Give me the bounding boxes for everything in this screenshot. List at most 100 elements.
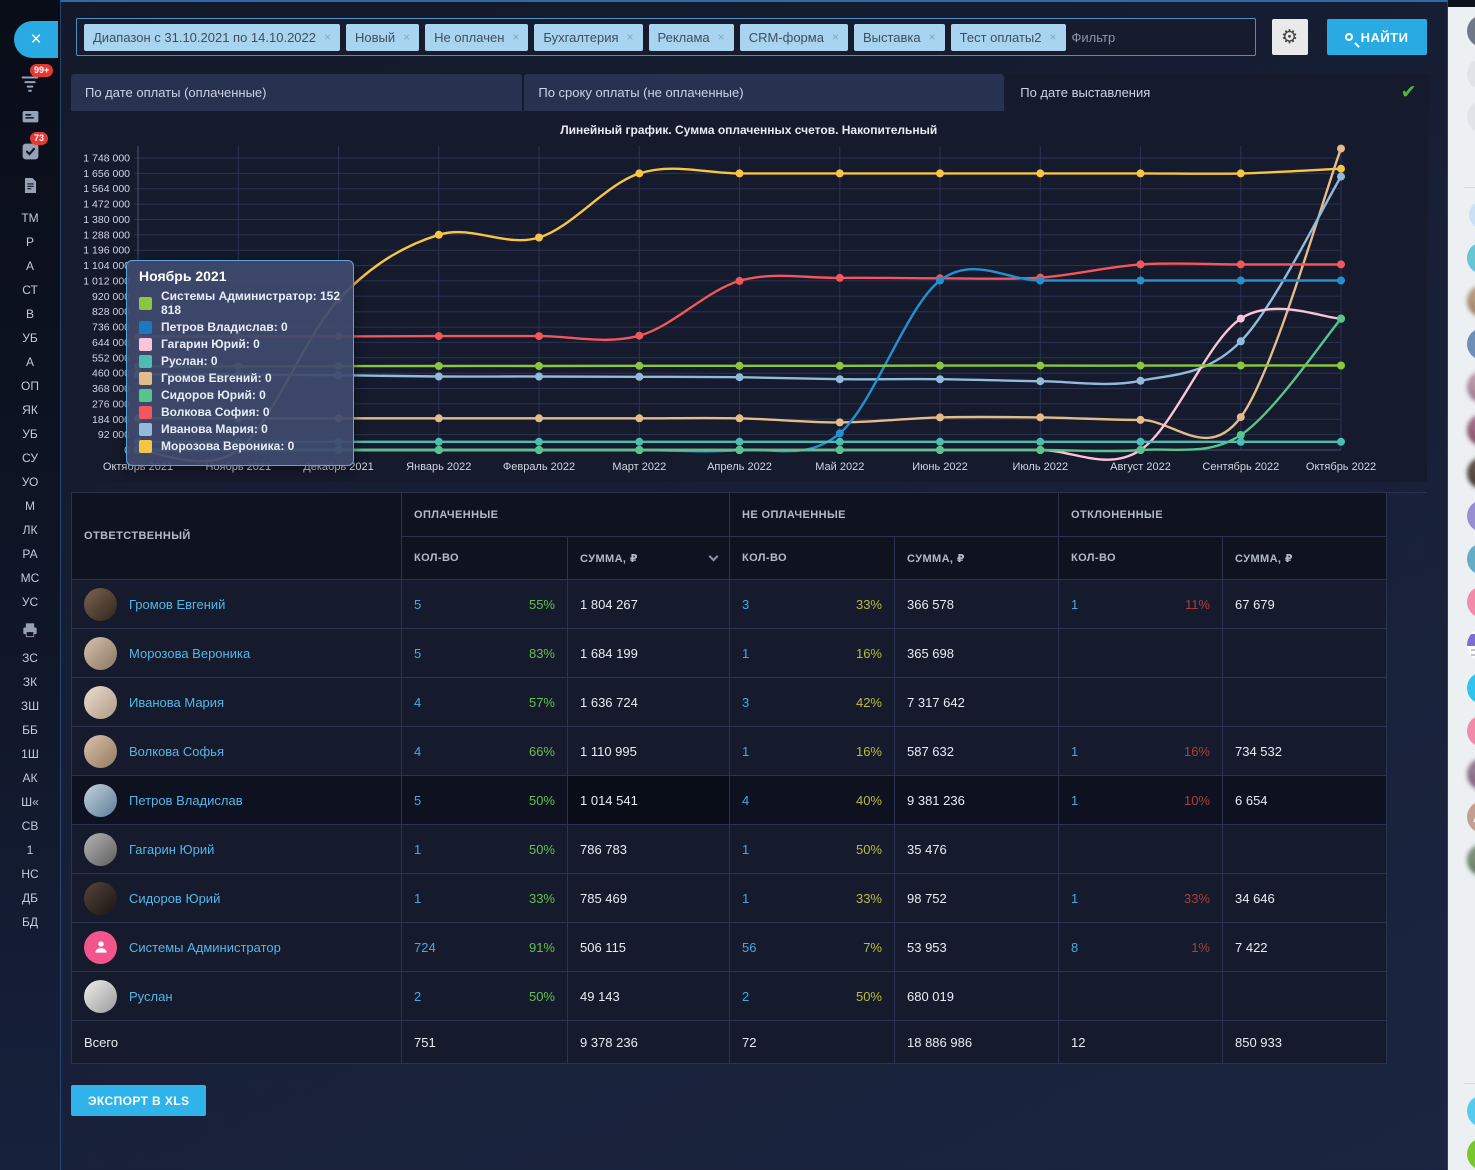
declined-count[interactable]: 1 xyxy=(1071,744,1078,759)
sidebar-item[interactable]: УО xyxy=(18,474,42,490)
sidebar-item[interactable]: В xyxy=(18,306,42,322)
sort-chevron-icon[interactable] xyxy=(709,552,719,562)
unpaid-count[interactable]: 1 xyxy=(742,842,749,857)
unpaid-count[interactable]: 56 xyxy=(742,940,756,955)
avatar-i[interactable]: I xyxy=(1467,500,1475,532)
sidebar-item[interactable]: ЗШ xyxy=(18,698,42,714)
responsible-name[interactable]: Сидоров Юрий xyxy=(129,891,220,906)
filter-settings-button[interactable]: ⚙ xyxy=(1272,19,1308,55)
help-icon[interactable]: ?9 xyxy=(1467,15,1475,47)
sidebar-item[interactable]: М xyxy=(18,498,42,514)
unpaid-count[interactable]: 3 xyxy=(742,695,749,710)
paid-count[interactable]: 5 xyxy=(414,597,421,612)
remove-chip-icon[interactable]: × xyxy=(627,30,634,44)
bell-icon[interactable]: 10 xyxy=(1467,58,1475,90)
declined-count[interactable]: 1 xyxy=(1071,793,1078,808)
sidebar-item[interactable]: УБ xyxy=(18,426,42,442)
responsible-name[interactable]: Гагарин Юрий xyxy=(129,842,214,857)
declined-count[interactable]: 8 xyxy=(1071,940,1078,955)
unpaid-count[interactable]: 1 xyxy=(742,646,749,661)
filter-box[interactable]: Диапазон с 31.10.2021 по 14.10.2022×Новы… xyxy=(76,18,1256,56)
responsible-name[interactable]: Морозова Вероника xyxy=(129,646,250,661)
marketplace-icon[interactable] xyxy=(1467,199,1475,231)
document-avatar[interactable] xyxy=(1467,629,1475,661)
filter-chip[interactable]: Выставка× xyxy=(854,24,945,51)
tab-2[interactable]: По сроку оплаты (не оплаченные) xyxy=(524,74,1004,111)
paid-count[interactable]: 5 xyxy=(414,646,421,661)
avatar-ab[interactable]: АБ xyxy=(1467,801,1475,833)
user-avatar[interactable] xyxy=(1467,457,1475,489)
sidebar-item[interactable]: РА xyxy=(18,546,42,562)
remove-chip-icon[interactable]: × xyxy=(832,30,839,44)
responsible-name[interactable]: Громов Евгений xyxy=(129,597,225,612)
sidebar-item[interactable]: МС xyxy=(18,570,42,586)
responsible-name[interactable]: Волкова Софья xyxy=(129,744,224,759)
sidebar-item[interactable]: ЗК xyxy=(18,674,42,690)
unpaid-count[interactable]: 4 xyxy=(742,793,749,808)
remove-chip-icon[interactable]: × xyxy=(929,30,936,44)
printer-icon[interactable] xyxy=(18,618,42,642)
sidebar-item[interactable]: НС xyxy=(18,866,42,882)
sidebar-item[interactable]: БД xyxy=(18,914,42,930)
collapse-menu-button[interactable]: × xyxy=(14,21,58,58)
sidebar-item[interactable]: 1 xyxy=(18,842,42,858)
tab-3[interactable]: По дате выставления✔ xyxy=(1006,74,1430,111)
responsible-name[interactable]: Руслан xyxy=(129,989,173,1004)
unpaid-count[interactable]: 1 xyxy=(742,891,749,906)
user-avatar[interactable] xyxy=(1467,844,1475,876)
remove-chip-icon[interactable]: × xyxy=(1050,30,1057,44)
remove-chip-icon[interactable]: × xyxy=(718,30,725,44)
sidebar-item[interactable]: ТМ xyxy=(18,210,42,226)
export-xls-button[interactable]: ЭКСПОРТ В XLS xyxy=(71,1085,206,1116)
filter-chip[interactable]: Бухгалтерия× xyxy=(534,24,642,51)
tasks-icon[interactable]: 73 xyxy=(18,139,42,163)
sidebar-item[interactable]: А xyxy=(18,258,42,274)
sidebar-item[interactable]: Ш« xyxy=(18,794,42,810)
filter-chip[interactable]: Не оплачен× xyxy=(425,24,528,51)
unpaid-count[interactable]: 1 xyxy=(742,744,749,759)
paid-count[interactable]: 4 xyxy=(414,695,421,710)
user-avatar[interactable] xyxy=(1467,371,1475,403)
paid-count[interactable]: 2 xyxy=(414,989,421,1004)
avatar-p[interactable]: P xyxy=(1467,715,1475,747)
sidebar-item[interactable]: СТ xyxy=(18,282,42,298)
messenger-icon[interactable] xyxy=(18,105,42,129)
sidebar-item[interactable]: ОП xyxy=(18,378,42,394)
find-button[interactable]: НАЙТИ xyxy=(1327,19,1427,55)
sidebar-item[interactable]: СВ xyxy=(18,818,42,834)
remove-chip-icon[interactable]: × xyxy=(324,30,331,44)
user-avatar[interactable] xyxy=(1467,414,1475,446)
sidebar-item[interactable]: УБ xyxy=(18,330,42,346)
sidebar-item[interactable]: УС xyxy=(18,594,42,610)
person-clock-icon[interactable] xyxy=(1467,672,1475,704)
avatar-t[interactable]: T xyxy=(1467,586,1475,618)
sidebar-item[interactable]: Р xyxy=(18,234,42,250)
sidebar-item[interactable]: ЛК xyxy=(18,522,42,538)
user-avatar[interactable] xyxy=(1467,758,1475,790)
sidebar-item[interactable]: СУ xyxy=(18,450,42,466)
chat-icon[interactable] xyxy=(1467,101,1475,133)
filter-chip[interactable]: CRM-форма× xyxy=(740,24,848,51)
filter-chip[interactable]: Новый× xyxy=(346,24,419,51)
paid-count[interactable]: 1 xyxy=(414,842,421,857)
paid-count[interactable]: 1 xyxy=(414,891,421,906)
documents-icon[interactable] xyxy=(18,173,42,197)
sidebar-item[interactable]: ДБ xyxy=(18,890,42,906)
feed-icon[interactable]: 99+ xyxy=(18,71,42,95)
responsible-name[interactable]: Системы Администратор xyxy=(129,940,281,955)
paid-count[interactable]: 4 xyxy=(414,744,421,759)
unpaid-count[interactable]: 2 xyxy=(742,989,749,1004)
responsible-name[interactable]: Иванова Мария xyxy=(129,695,224,710)
user-avatar[interactable] xyxy=(1467,285,1475,317)
remove-chip-icon[interactable]: × xyxy=(403,30,410,44)
declined-count[interactable]: 1 xyxy=(1071,597,1078,612)
filter-chip[interactable]: Диапазон с 31.10.2021 по 14.10.2022× xyxy=(84,24,340,51)
filter-chip[interactable]: Тест оплаты2× xyxy=(951,24,1066,51)
avatar-z[interactable]: Z xyxy=(1467,242,1475,274)
search-icon[interactable] xyxy=(1467,144,1475,176)
remove-chip-icon[interactable]: × xyxy=(512,30,519,44)
responsible-name[interactable]: Петров Владислав xyxy=(129,793,243,808)
tab-1[interactable]: По дате оплаты (оплаченные) xyxy=(71,74,522,111)
phone-icon[interactable] xyxy=(1467,1138,1475,1170)
sidebar-item[interactable]: ББ xyxy=(18,722,42,738)
